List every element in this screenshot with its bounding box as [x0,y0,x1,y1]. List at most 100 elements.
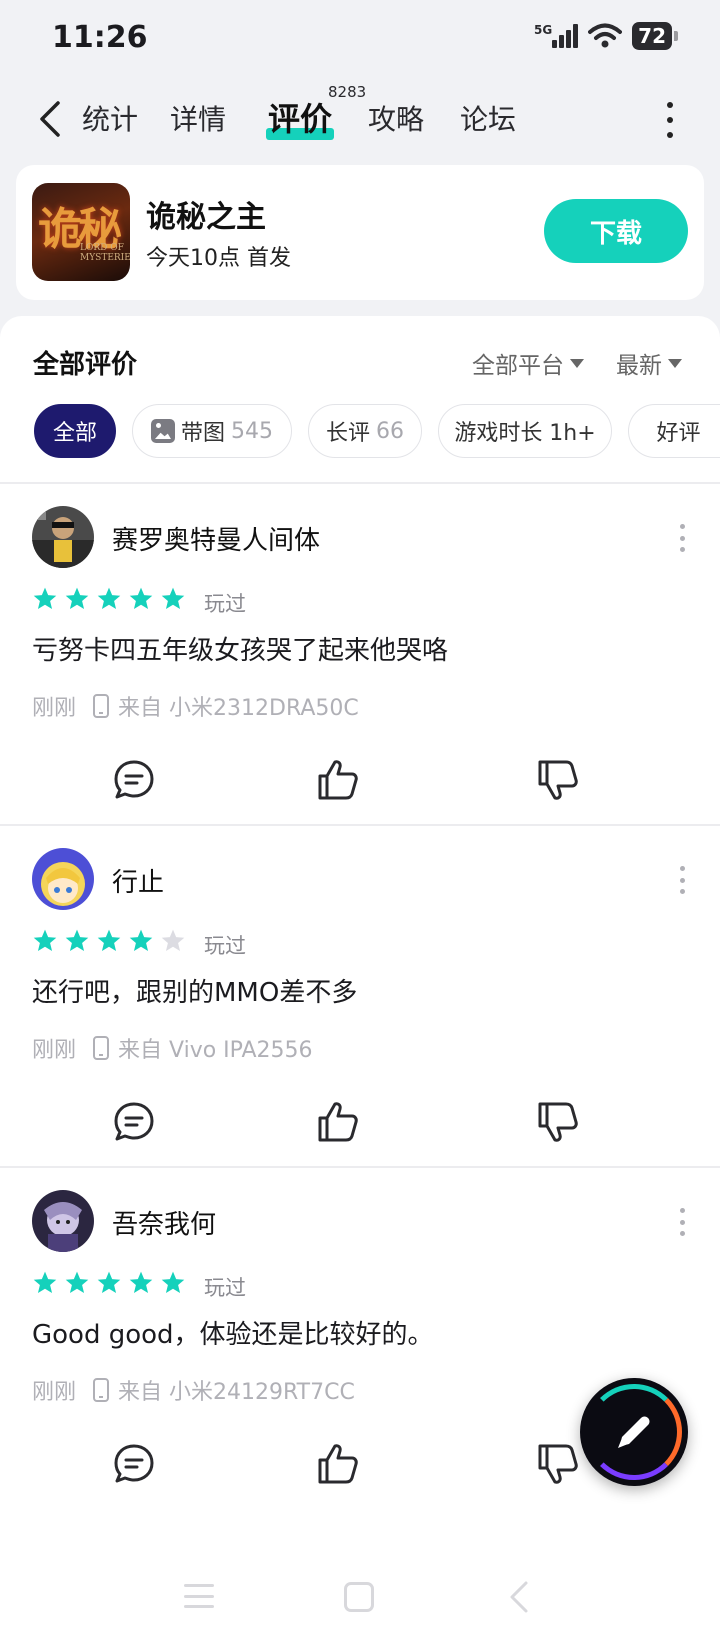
chip-count: 545 [231,418,273,444]
review-text[interactable]: 还行吧，跟别的MMO差不多 [32,972,357,1009]
thumbs-down-icon [538,760,578,800]
comment-button[interactable] [106,1436,162,1492]
fab-ring [586,1384,682,1480]
star-filled-icon [129,587,153,609]
dot-icon [679,889,685,894]
chip-long-reviews[interactable]: 长评 66 [308,404,422,458]
review-text[interactable]: 亏努卡四五年级女孩哭了起来他哭咯 [32,630,448,667]
tab-details[interactable]: 详情 [170,98,226,138]
avatar[interactable] [32,1190,94,1252]
write-review-button[interactable] [580,1378,688,1486]
review-meta: 刚刚 来自 小米2312DRA50C [32,690,359,722]
review-device: 来自 Vivo IPA2556 [92,1032,313,1064]
thumbs-up-icon [318,1102,358,1142]
game-release-info: 今天10点 首发 [146,246,291,271]
platform-filter-label: 全部平台 [472,353,564,379]
star-filled-icon [65,929,89,951]
caret-down-icon [570,358,584,368]
avatar[interactable] [32,848,94,910]
home-button[interactable] [344,1582,374,1612]
platform-filter-dropdown[interactable]: 全部平台 [472,346,584,380]
more-options-button[interactable] [660,102,680,138]
download-button[interactable]: 下载 [544,199,688,263]
image-icon [150,419,175,443]
dot-icon [679,866,685,871]
game-card[interactable]: 诡秘 LORD OF MYSTERIES 诡秘之主 今天10点 首发 下载 [16,165,704,300]
chip-label: 带图 [180,421,225,446]
reviews-title: 全部评价 [33,350,138,380]
thumbs-up-icon [318,1444,358,1484]
dot-icon [667,132,673,138]
review-more-button[interactable] [678,1208,686,1236]
star-filled-icon [65,1271,89,1293]
star-filled-icon [161,587,185,609]
top-navigation: 统计 详情 评价 8283 攻略 论坛 [0,80,720,160]
dot-icon [679,535,685,541]
chip-all[interactable]: 全部 [34,404,116,458]
star-rating [32,928,186,954]
star-filled-icon [129,1271,153,1293]
tab-stats[interactable]: 统计 [82,98,138,138]
user-name[interactable]: 吾奈我何 [112,1204,216,1241]
chip-label: 长评 [325,421,370,446]
thumbs-up-icon [318,760,358,800]
star-filled-icon [161,1271,185,1293]
played-label: 玩过 [204,592,246,616]
review-more-button[interactable] [678,866,686,894]
star-filled-icon [97,587,121,609]
recent-apps-button[interactable] [184,1584,214,1608]
comment-button[interactable] [106,1094,162,1150]
tab-reviews-count: 8283 [328,83,367,101]
sort-filter-dropdown[interactable]: 最新 [616,346,682,380]
dot-icon [679,1231,685,1236]
chip-playtime[interactable]: 游戏时长 1h+ [438,404,612,458]
review-item: 赛罗奥特曼人间体 玩过 亏努卡四五年级女孩哭了起来他哭咯 刚刚 来自 小米231… [0,484,720,824]
played-label: 玩过 [204,934,246,958]
dot-icon [679,1219,685,1225]
star-rating [32,1270,186,1296]
like-button[interactable] [310,1436,366,1492]
review-time: 刚刚 [32,696,77,721]
back-button[interactable] [30,94,70,144]
chip-with-images[interactable]: 带图 545 [132,404,292,458]
star-empty-icon [161,929,185,951]
game-icon-subtitle: LORD OF MYSTERIES [80,243,130,263]
tab-reviews[interactable]: 评价 [268,94,332,140]
game-icon: 诡秘 LORD OF MYSTERIES [32,183,130,281]
review-meta: 刚刚 来自 小米24129RT7CC [32,1374,355,1406]
like-button[interactable] [310,1094,366,1150]
dislike-button[interactable] [530,752,586,808]
review-text[interactable]: Good good，体验还是比较好的。 [32,1314,434,1351]
system-back-button[interactable] [506,1580,532,1614]
system-navigation-bar [0,1570,720,1630]
tab-forum[interactable]: 论坛 [460,98,516,138]
user-name[interactable]: 赛罗奥特曼人间体 [112,520,320,557]
comment-button[interactable] [106,752,162,808]
review-more-button[interactable] [678,524,686,552]
thumbs-down-icon [538,1102,578,1142]
tab-guides[interactable]: 攻略 [368,98,424,138]
avatar[interactable] [32,506,94,568]
wifi-icon [588,23,623,48]
comment-icon [114,1444,154,1483]
review-meta: 刚刚 来自 Vivo IPA2556 [32,1032,313,1064]
phone-icon [93,694,110,718]
review-device: 来自 小米2312DRA50C [92,690,359,722]
like-button[interactable] [310,752,366,808]
star-filled-icon [97,1271,121,1293]
chip-label: 全部 [52,421,97,446]
dot-icon [679,547,685,552]
chip-positive[interactable]: 好评 [628,404,720,458]
cellular-5g-icon: 5G [534,23,579,48]
phone-icon [93,1378,110,1402]
user-name[interactable]: 行止 [112,862,164,899]
thumbs-down-icon [538,1444,578,1484]
dislike-button[interactable] [530,1094,586,1150]
svg-text:5G: 5G [534,23,552,37]
device-label: 来自 小米24129RT7CC [118,1380,355,1405]
review-item: 行止 玩过 还行吧，跟别的MMO差不多 刚刚 来自 Vivo IPA2556 [0,826,720,1166]
dislike-button[interactable] [530,1436,586,1492]
comment-icon [114,1102,154,1141]
status-bar: 11:26 5G 72 [0,0,720,80]
dot-icon [679,1208,685,1213]
